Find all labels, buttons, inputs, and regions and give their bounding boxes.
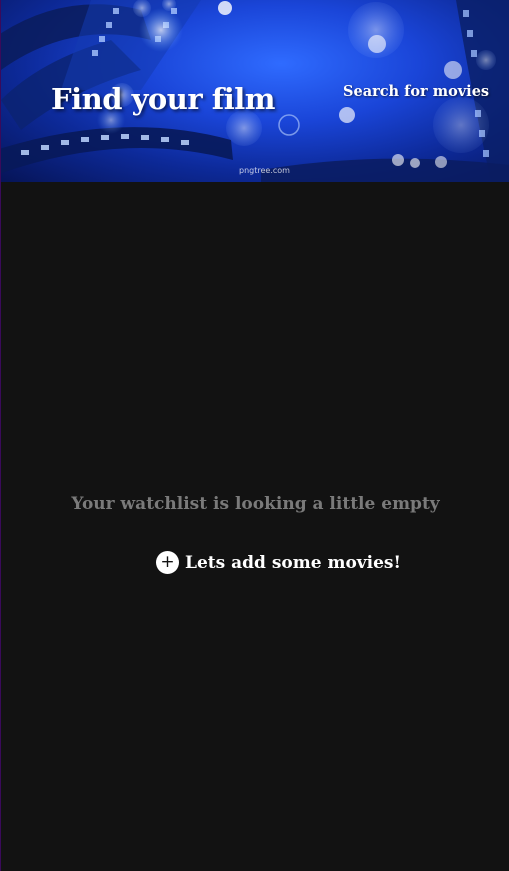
watchlist-page: Find your film Search for movies pngtree… [0, 0, 509, 871]
add-movies-label[interactable]: Lets add some movies! [185, 553, 401, 573]
hero-banner: Find your film Search for movies pngtree… [1, 0, 509, 182]
page-title: Find your film [51, 82, 275, 116]
watermark-text: pngtree.com [239, 166, 290, 175]
add-movies-button[interactable]: + Lets add some movies! [156, 551, 401, 574]
search-movies-link[interactable]: Search for movies [343, 83, 489, 100]
empty-watchlist-message: Your watchlist is looking a little empty [71, 494, 440, 514]
plus-icon[interactable]: + [156, 551, 179, 574]
